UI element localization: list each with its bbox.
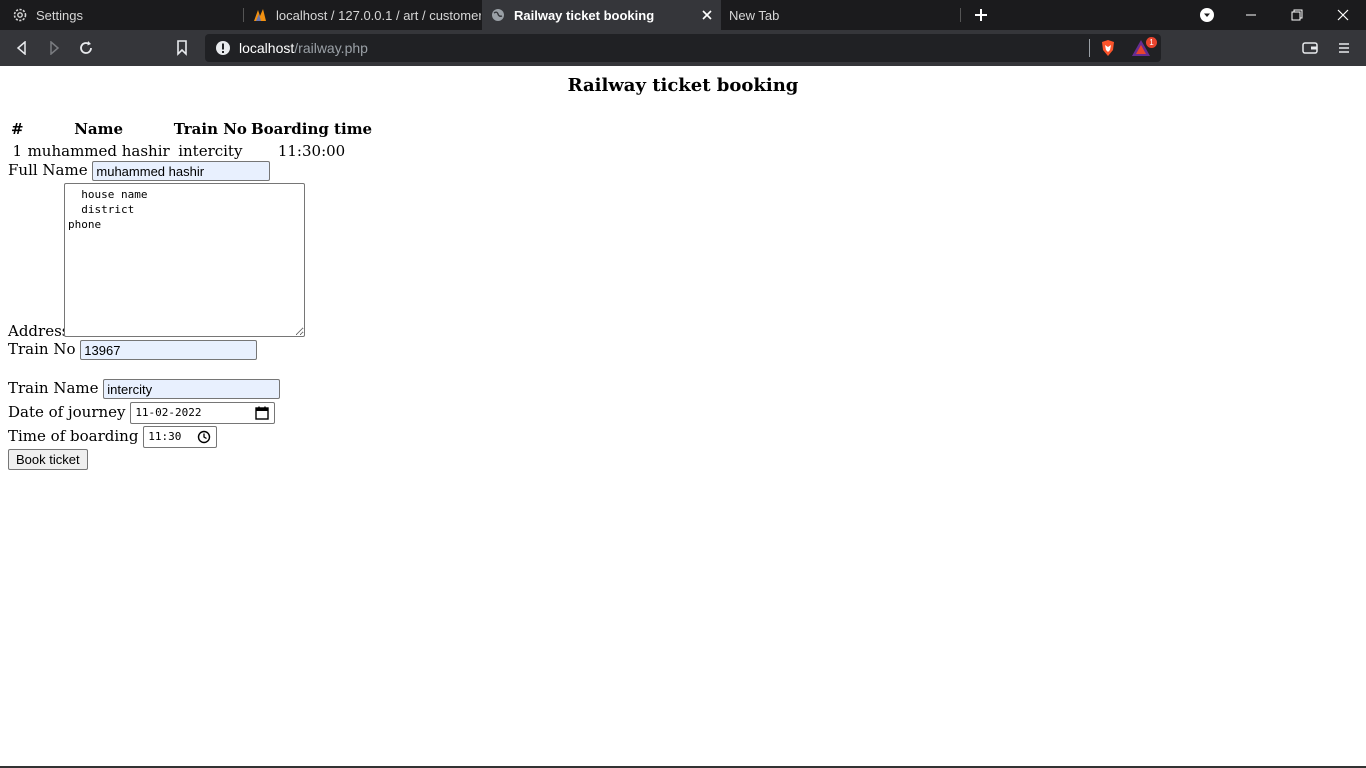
site-info-icon[interactable]: [215, 40, 231, 56]
book-ticket-button[interactable]: Book ticket: [8, 449, 88, 470]
table-row: 1 muhammed hashir intercity 11:30:00: [10, 141, 373, 161]
new-tab-button[interactable]: [958, 0, 1004, 30]
address-bar[interactable]: localhost/railway.php 1: [205, 34, 1161, 62]
address-label: Address: [8, 322, 70, 340]
bookings-table: # Name Train No Boarding time 1 muhammed…: [8, 117, 375, 163]
column-header-name: Name: [74, 120, 124, 138]
wallet-button[interactable]: [1300, 38, 1320, 58]
column-header-boarding-time: Boarding time: [250, 120, 373, 138]
tab-new-tab[interactable]: New Tab: [721, 0, 960, 30]
page-content: Railway ticket booking # Name Train No B…: [0, 67, 1366, 766]
cell-name: muhammed hashir: [27, 142, 170, 160]
date-row: Date of journey 11-02-2022: [8, 402, 276, 424]
address-divider: [1089, 39, 1090, 57]
plus-icon: [975, 9, 987, 21]
gear-icon: [12, 7, 28, 23]
tab-title: Settings: [36, 7, 83, 23]
tab-title: Railway ticket booking: [514, 7, 655, 23]
date-label: Date of journey: [8, 403, 126, 421]
close-icon: [1337, 9, 1349, 21]
cell-number: 1: [12, 142, 23, 160]
minimize-button[interactable]: [1228, 0, 1274, 30]
tab-title: New Tab: [729, 7, 780, 23]
tab-search-button[interactable]: [1184, 0, 1230, 30]
column-header-train-no: Train No: [173, 120, 247, 138]
close-tab-icon[interactable]: [699, 7, 715, 23]
clock-icon[interactable]: [197, 430, 211, 444]
page-title: Railway ticket booking: [567, 75, 799, 96]
menu-button[interactable]: [1334, 38, 1354, 58]
full-name-row: Full Name: [8, 161, 271, 181]
calendar-icon[interactable]: [255, 406, 270, 420]
tab-settings[interactable]: Settings: [0, 0, 243, 30]
date-value: 11-02-2022: [135, 406, 202, 419]
chevron-down-circle-icon: [1200, 8, 1214, 22]
time-value: 11:30: [148, 430, 182, 443]
time-input[interactable]: 11:30: [143, 426, 218, 448]
full-name-input[interactable]: [92, 161, 271, 181]
cell-boarding-time: 11:30:00: [277, 142, 346, 160]
phpmyadmin-icon: [252, 7, 268, 23]
time-row: Time of boarding 11:30: [8, 426, 218, 448]
address-textarea[interactable]: house name district phone: [64, 183, 305, 337]
tab-title: localhost / 127.0.0.1 / art / customer |: [276, 7, 481, 23]
cell-train-no: intercity: [178, 142, 243, 160]
tab-railway-booking[interactable]: Railway ticket booking: [482, 0, 721, 30]
date-input[interactable]: 11-02-2022: [130, 402, 276, 424]
train-no-input[interactable]: [80, 340, 258, 360]
table-header-row: # Name Train No Boarding time: [10, 119, 373, 139]
train-name-input[interactable]: [103, 379, 281, 399]
submit-row: Book ticket: [8, 449, 88, 470]
time-label: Time of boarding: [8, 427, 139, 445]
forward-button[interactable]: [44, 38, 64, 58]
wallet-icon: [1302, 42, 1318, 54]
train-no-label: Train No: [8, 340, 76, 358]
close-window-button[interactable]: [1320, 0, 1366, 30]
hamburger-menu-icon: [1339, 43, 1349, 53]
forward-arrow-icon: [50, 41, 60, 55]
reload-icon: [80, 41, 92, 54]
tab-phpmyadmin[interactable]: localhost / 127.0.0.1 / art / customer |: [244, 0, 481, 30]
tab-strip: Settings localhost / 127.0.0.1 / art / c…: [0, 0, 1366, 30]
restore-button[interactable]: [1274, 0, 1320, 30]
back-arrow-icon: [16, 41, 26, 55]
reload-button[interactable]: [76, 38, 96, 58]
full-name-label: Full Name: [8, 161, 88, 179]
url-text[interactable]: localhost/railway.php: [239, 40, 368, 56]
train-name-row: Train Name: [8, 379, 281, 399]
train-name-label: Train Name: [8, 379, 99, 397]
back-button[interactable]: [12, 38, 32, 58]
url-path: /railway.php: [294, 40, 368, 56]
globe-icon: [490, 7, 506, 23]
minimize-icon: [1246, 14, 1256, 16]
rewards-badge: 1: [1146, 37, 1157, 48]
restore-icon: [1291, 9, 1303, 21]
url-host: localhost: [239, 40, 295, 56]
brave-shields-icon[interactable]: [1099, 39, 1117, 57]
train-no-row: Train No: [8, 340, 258, 360]
bookmark-icon: [177, 40, 187, 56]
bookmark-button[interactable]: [172, 38, 192, 58]
column-header-number: #: [11, 120, 24, 138]
